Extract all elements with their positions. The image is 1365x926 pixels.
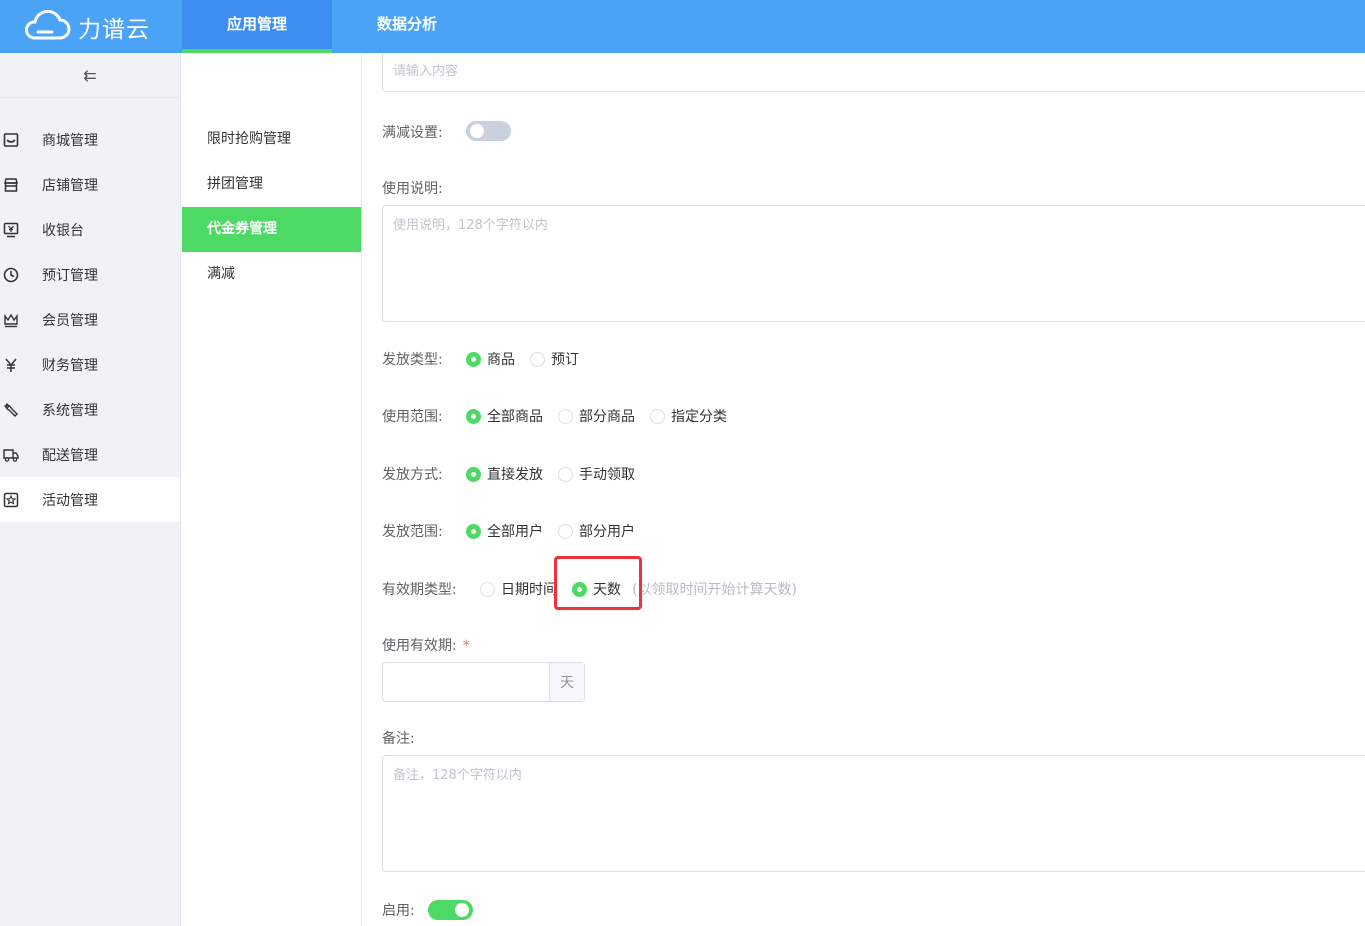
issue-type-label: 发放类型: [382,352,443,368]
tab-data-analysis[interactable]: 数据分析 [332,0,482,53]
radio-label: 部分商品 [579,409,635,425]
issue-range-some-users-radio[interactable]: 部分用户 [558,521,635,541]
validity-type-label: 有效期类型: [382,582,457,598]
sidebar-item-label: 收银台 [42,222,84,239]
clock-icon [2,266,20,284]
radio-dot [466,351,481,367]
sidebar-item-cashier[interactable]: 收银台 [0,207,180,252]
radio-dot [558,466,573,482]
sidebar-item-system[interactable]: 系统管理 [0,387,180,432]
scope-some-products-radio[interactable]: 部分商品 [558,406,635,426]
usage-desc-textarea[interactable]: 使用说明，128个字符以内 [382,205,1365,322]
collapse-menu-icon[interactable]: ⇇ [0,53,180,98]
radio-dot [466,408,481,424]
cashier-icon [2,221,20,239]
radio-label: 直接发放 [487,467,543,483]
wrench-icon [2,401,20,419]
sidebar-item-mall[interactable]: 商城管理 [0,117,180,162]
validity-days-input-group: 天 [382,662,585,702]
top-navbar: 力谱云 应用管理 数据分析 [0,0,1365,53]
crown-icon [2,311,20,329]
full-reduction-toggle[interactable] [466,121,511,141]
top-text-input[interactable]: 请输入内容 [382,53,1365,92]
sidebar-menu: 商城管理 店铺管理 收银台 预订管理 会员管理 财务管理 系统管理 配送管理 活… [0,98,180,522]
radio-dot [530,351,545,367]
shop-icon [2,176,20,194]
radio-label: 天数 [593,582,621,598]
radio-dot [558,408,573,424]
subnav-item-flash-sale[interactable]: 限时抢购管理 [182,117,361,162]
sub-sidebar: 限时抢购管理 拼团管理 代金券管理 满减 [182,53,362,926]
sidebar-item-label: 商城管理 [42,132,98,149]
scope-label: 使用范围: [382,409,443,425]
sidebar-item-label: 财务管理 [42,357,98,374]
scope-category-radio[interactable]: 指定分类 [650,406,727,426]
activity-icon [2,491,20,509]
enable-toggle[interactable] [428,900,473,920]
issue-method-manual-radio[interactable]: 手动领取 [558,464,635,484]
sidebar-item-member[interactable]: 会员管理 [0,297,180,342]
radio-label: 指定分类 [671,409,727,425]
issue-type-booking-radio[interactable]: 预订 [530,349,579,369]
validity-type-days-radio[interactable]: 天数 [572,579,621,599]
radio-label: 日期时间 [501,582,557,598]
radio-dot [650,408,665,424]
issue-type-product-radio[interactable]: 商品 [466,349,515,369]
radio-dot [572,581,587,597]
validity-type-datetime-radio[interactable]: 日期时间 [480,579,557,599]
radio-label: 全部用户 [487,524,543,540]
issue-method-label: 发放方式: [382,467,443,483]
issue-method-direct-radio[interactable]: 直接发放 [466,464,543,484]
sidebar-item-booking[interactable]: 预订管理 [0,252,180,297]
sidebar-item-delivery[interactable]: 配送管理 [0,432,180,477]
sub-menu: 限时抢购管理 拼团管理 代金券管理 满减 [182,53,361,297]
radio-label: 预订 [551,352,579,368]
sidebar-item-finance[interactable]: 财务管理 [0,342,180,387]
sidebar: ⇇ 商城管理 店铺管理 收银台 预订管理 会员管理 财务管理 系统管理 配送管理… [0,53,181,926]
radio-dot [466,523,481,539]
remark-label: 备注: [382,731,415,747]
subnav-item-group-buy[interactable]: 拼团管理 [182,162,361,207]
radio-label: 部分用户 [579,524,635,540]
validity-type-hint: (以领取时间开始计算天数) [632,582,797,598]
validity-period-label: 使用有效期: * [382,635,470,655]
logo-text: 力谱云 [78,16,150,43]
sidebar-item-label: 活动管理 [42,492,98,509]
subnav-item-voucher[interactable]: 代金券管理 [182,207,361,252]
remark-textarea[interactable]: 备注，128个字符以内 [382,755,1365,872]
days-unit-suffix: 天 [549,663,584,701]
enable-label: 启用: [382,903,415,919]
store-icon [2,131,20,149]
cloud-logo-icon [25,9,71,39]
sidebar-item-label: 店铺管理 [42,177,98,194]
yen-icon [2,356,20,374]
sidebar-item-label: 系统管理 [42,402,98,419]
voucher-form: 请输入内容 满减设置: 使用说明: 使用说明，128个字符以内 发放类型: 商品… [362,53,1365,926]
tab-app-management[interactable]: 应用管理 [182,0,332,53]
toggle-knob [455,903,469,917]
truck-icon [2,446,20,464]
subnav-item-full-reduction[interactable]: 满减 [182,252,361,297]
sidebar-item-activity[interactable]: 活动管理 [0,477,180,522]
required-mark: * [462,638,470,654]
issue-range-label: 发放范围: [382,524,443,540]
scope-all-products-radio[interactable]: 全部商品 [466,406,543,426]
sidebar-item-label: 配送管理 [42,447,98,464]
sidebar-item-label: 会员管理 [42,312,98,329]
toggle-knob [470,124,484,138]
validity-period-label-text: 使用有效期: [382,638,457,654]
radio-dot [480,581,495,597]
validity-days-input[interactable] [383,663,549,701]
logo[interactable]: 力谱云 [0,0,182,53]
issue-range-all-users-radio[interactable]: 全部用户 [466,521,543,541]
sidebar-item-shop[interactable]: 店铺管理 [0,162,180,207]
radio-dot [466,466,481,482]
radio-label: 手动领取 [579,467,635,483]
radio-label: 商品 [487,352,515,368]
sidebar-item-label: 预订管理 [42,267,98,284]
radio-dot [558,523,573,539]
usage-desc-label: 使用说明: [382,181,443,197]
full-reduction-label: 满减设置: [382,125,443,141]
radio-label: 全部商品 [487,409,543,425]
